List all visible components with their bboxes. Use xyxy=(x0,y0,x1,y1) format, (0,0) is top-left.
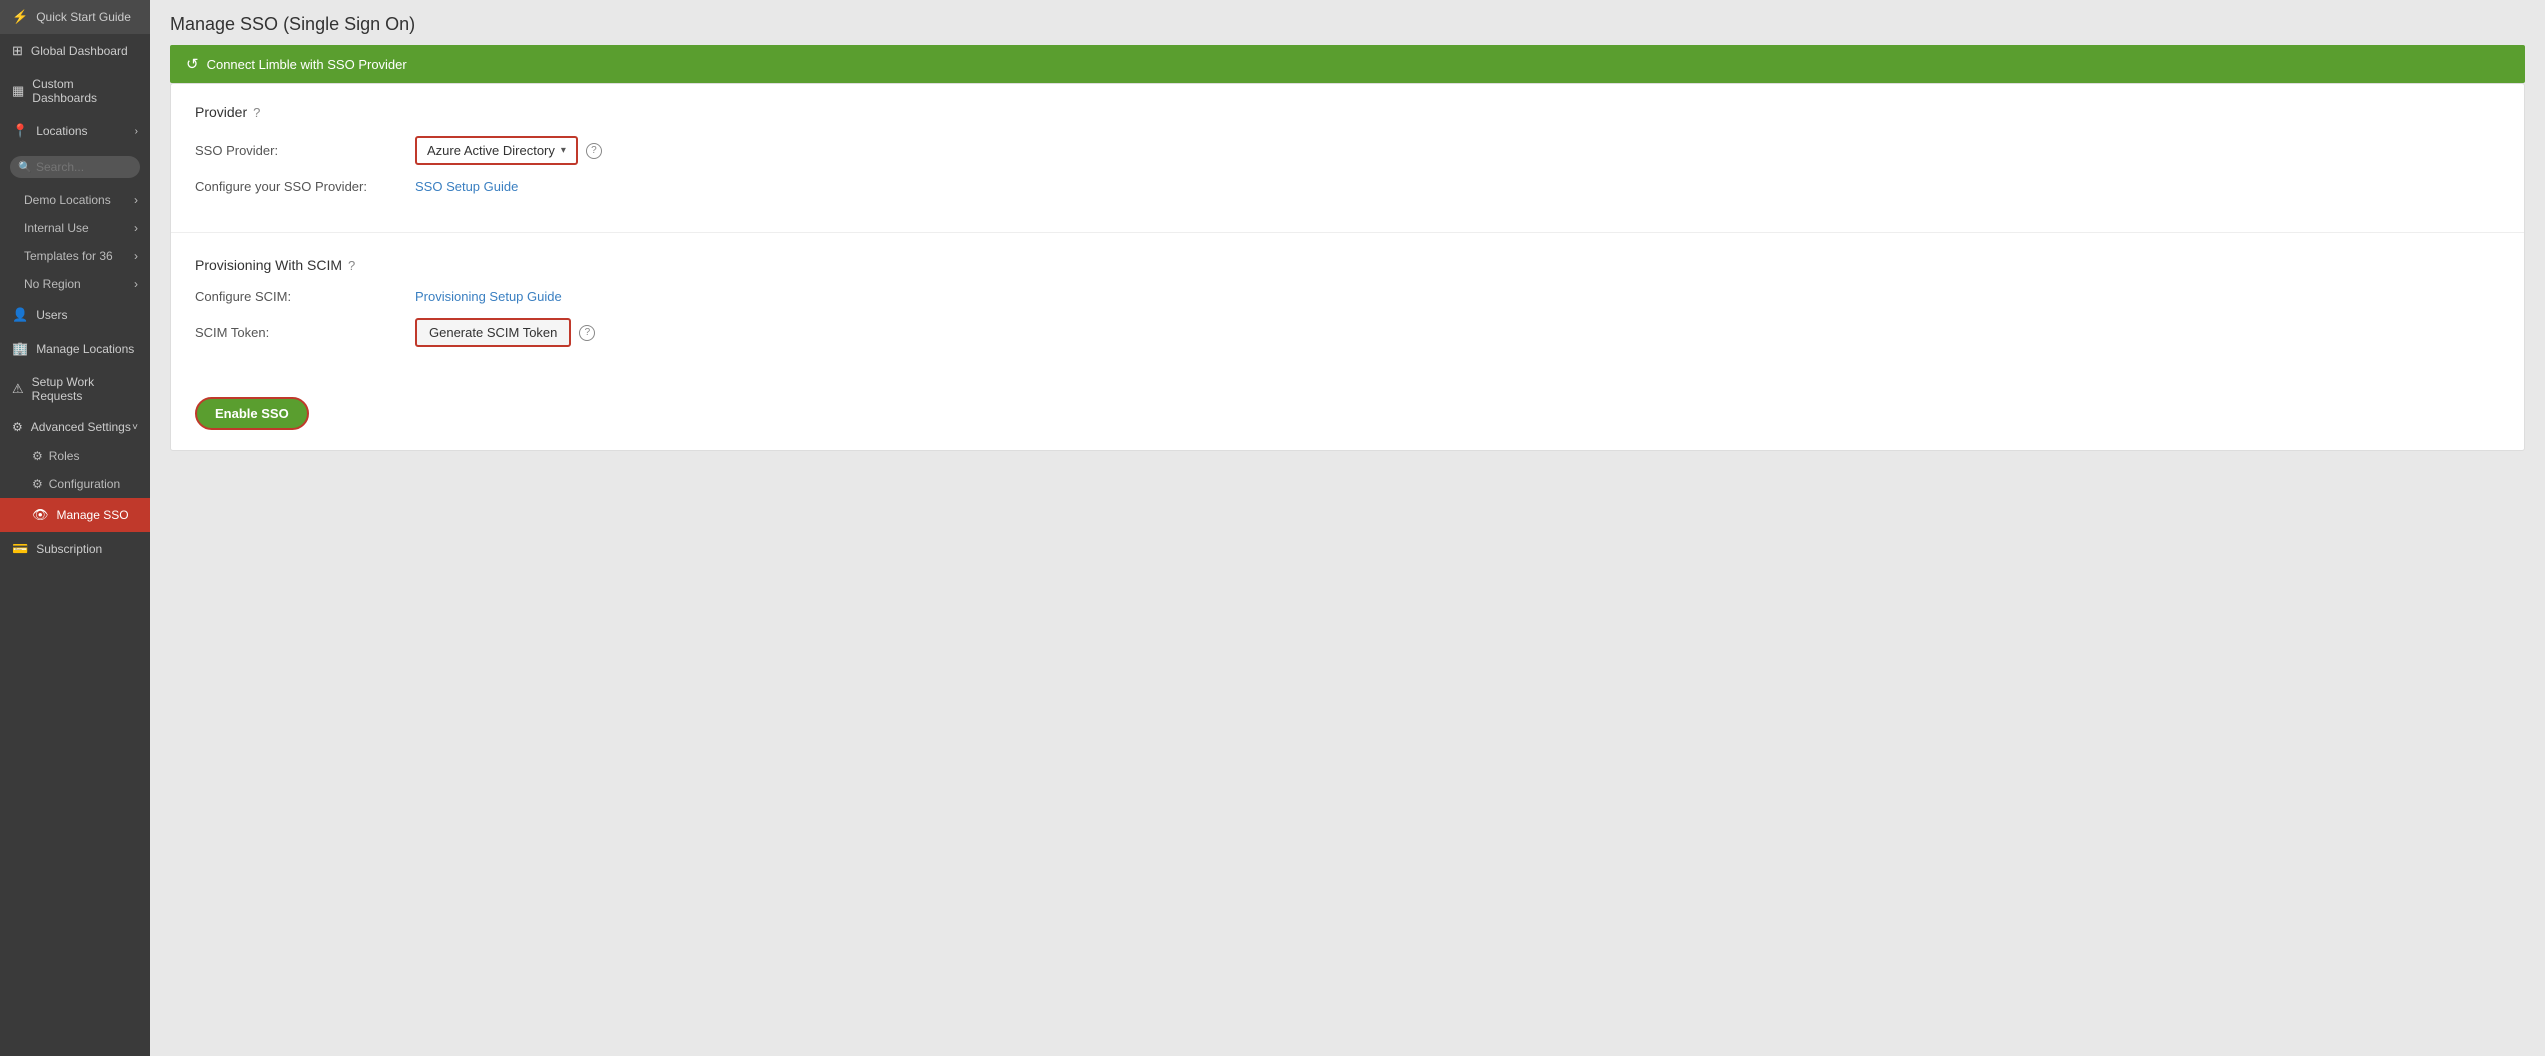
search-wrap: 🔍 xyxy=(10,156,140,178)
scim-section-title: Provisioning With SCIM ? xyxy=(195,257,2500,273)
templates-chevron: › xyxy=(134,249,138,263)
locations-chevron-icon: › xyxy=(135,126,138,137)
page-header: Manage SSO (Single Sign On) xyxy=(150,0,2545,45)
scim-help-icon[interactable]: ? xyxy=(348,258,355,273)
users-icon: 👤 xyxy=(12,307,28,323)
sidebar-item-roles[interactable]: ⚙ Roles xyxy=(0,442,150,470)
demo-locations-chevron: › xyxy=(134,193,138,207)
configuration-icon: ⚙ xyxy=(32,477,43,491)
advanced-settings-icon: ⚙ xyxy=(12,420,23,434)
page-title: Manage SSO (Single Sign On) xyxy=(170,14,2525,35)
locations-icon: 📍 xyxy=(12,123,28,139)
sso-setup-guide-link[interactable]: SSO Setup Guide xyxy=(415,179,518,194)
scim-section: Provisioning With SCIM ? Configure SCIM:… xyxy=(171,237,2524,381)
sidebar-item-locations[interactable]: 📍 Locations › xyxy=(0,114,150,148)
sidebar-item-global-dashboard[interactable]: ⊞ Global Dashboard xyxy=(0,34,150,68)
sidebar-item-demo-locations[interactable]: Demo Locations › xyxy=(0,186,150,214)
sidebar-item-manage-sso[interactable]: 👁 Manage SSO xyxy=(0,498,150,532)
sidebar-item-quick-start[interactable]: ⚡ Quick Start Guide xyxy=(0,0,150,34)
configure-scim-control: Provisioning Setup Guide xyxy=(415,289,2500,304)
configure-provider-row: Configure your SSO Provider: SSO Setup G… xyxy=(195,179,2500,194)
scim-token-control: Generate SCIM Token ? xyxy=(415,318,2500,347)
banner-icon: ↺ xyxy=(186,55,199,73)
connect-banner: ↺ Connect Limble with SSO Provider xyxy=(170,45,2525,83)
sidebar-item-custom-dashboards[interactable]: ▦ Custom Dashboards xyxy=(0,68,150,114)
sidebar-item-advanced-settings[interactable]: ⚙ Advanced Settings ˅ xyxy=(0,412,150,442)
provider-help-icon[interactable]: ? xyxy=(253,105,260,120)
section-divider xyxy=(171,232,2524,233)
main-card: Provider ? SSO Provider: Azure Active Di… xyxy=(170,83,2525,451)
internal-use-chevron: › xyxy=(134,221,138,235)
sidebar-item-no-region[interactable]: No Region › xyxy=(0,270,150,298)
sidebar-search-area: 🔍 xyxy=(0,148,150,186)
sidebar-item-configuration[interactable]: ⚙ Configuration xyxy=(0,470,150,498)
banner-text: Connect Limble with SSO Provider xyxy=(207,57,407,72)
sidebar-item-manage-locations[interactable]: 🏢 Manage Locations xyxy=(0,332,150,366)
sidebar-item-subscription[interactable]: 💳 Subscription xyxy=(0,532,150,566)
generate-scim-token-button[interactable]: Generate SCIM Token xyxy=(415,318,571,347)
search-icon: 🔍 xyxy=(18,161,32,174)
setup-wr-icon: ⚠ xyxy=(12,381,24,397)
sso-provider-dropdown[interactable]: Azure Active Directory ▾ xyxy=(415,136,578,165)
provisioning-setup-guide-link[interactable]: Provisioning Setup Guide xyxy=(415,289,562,304)
scim-token-row: SCIM Token: Generate SCIM Token ? xyxy=(195,318,2500,347)
no-region-chevron: › xyxy=(134,277,138,291)
manage-locations-icon: 🏢 xyxy=(12,341,28,357)
dropdown-chevron-icon: ▾ xyxy=(561,145,566,156)
sso-provider-label: SSO Provider: xyxy=(195,143,415,158)
enable-sso-section: Enable SSO xyxy=(171,381,2524,450)
manage-sso-icon: 👁 xyxy=(32,507,49,523)
sso-provider-control: Azure Active Directory ▾ ? xyxy=(415,136,2500,165)
provider-section-title: Provider ? xyxy=(195,104,2500,120)
main-content: Manage SSO (Single Sign On) ↺ Connect Li… xyxy=(150,0,2545,1056)
configure-provider-label: Configure your SSO Provider: xyxy=(195,179,415,194)
sidebar-item-internal-use[interactable]: Internal Use › xyxy=(0,214,150,242)
scim-token-help-icon[interactable]: ? xyxy=(579,325,595,341)
dashboard-icon: ⊞ xyxy=(12,43,23,59)
sso-provider-help-icon[interactable]: ? xyxy=(586,143,602,159)
sidebar: ⚡ Quick Start Guide ⊞ Global Dashboard ▦… xyxy=(0,0,150,1056)
scim-token-label: SCIM Token: xyxy=(195,325,415,340)
advanced-settings-chevron: ˅ xyxy=(132,422,138,433)
custom-dashboards-icon: ▦ xyxy=(12,83,24,99)
generate-scim-wrap: Generate SCIM Token ? xyxy=(415,318,2500,347)
sso-provider-row: SSO Provider: Azure Active Directory ▾ ? xyxy=(195,136,2500,165)
roles-icon: ⚙ xyxy=(32,449,43,463)
sidebar-item-users[interactable]: 👤 Users xyxy=(0,298,150,332)
enable-sso-button[interactable]: Enable SSO xyxy=(195,397,309,430)
content-area: ↺ Connect Limble with SSO Provider Provi… xyxy=(150,45,2545,1056)
configure-scim-row: Configure SCIM: Provisioning Setup Guide xyxy=(195,289,2500,304)
sso-provider-dropdown-wrap: Azure Active Directory ▾ ? xyxy=(415,136,2500,165)
configure-provider-control: SSO Setup Guide xyxy=(415,179,2500,194)
provider-section: Provider ? SSO Provider: Azure Active Di… xyxy=(171,84,2524,228)
sidebar-item-templates[interactable]: Templates for 36 › xyxy=(0,242,150,270)
quick-start-icon: ⚡ xyxy=(12,9,28,25)
subscription-icon: 💳 xyxy=(12,541,28,557)
configure-scim-label: Configure SCIM: xyxy=(195,289,415,304)
sidebar-item-setup-work-requests[interactable]: ⚠ Setup Work Requests xyxy=(0,366,150,412)
